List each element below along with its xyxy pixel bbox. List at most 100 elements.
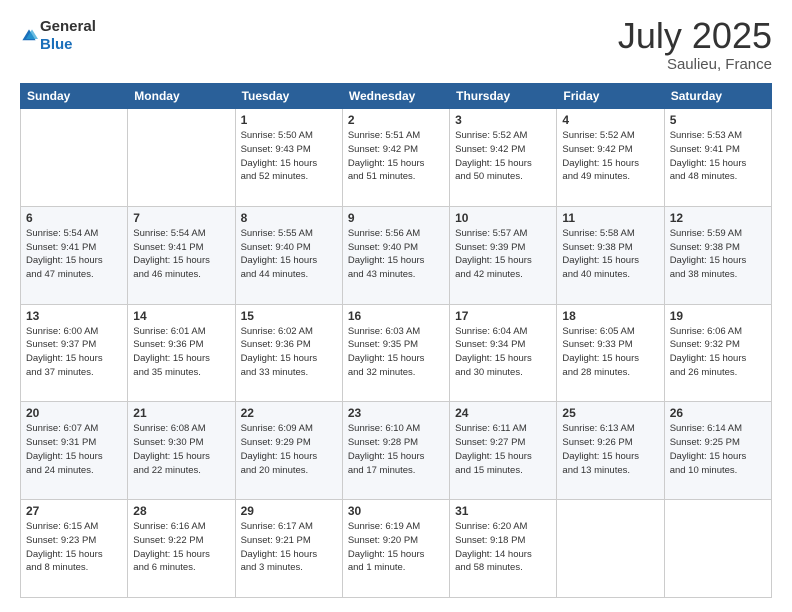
- month-title: July 2025: [618, 18, 772, 54]
- calendar-table: Sunday Monday Tuesday Wednesday Thursday…: [20, 83, 772, 598]
- day-number: 8: [241, 211, 337, 225]
- day-info: Sunrise: 6:06 AM Sunset: 9:32 PM Dayligh…: [670, 325, 766, 380]
- calendar-header-row: Sunday Monday Tuesday Wednesday Thursday…: [21, 84, 772, 109]
- day-number: 16: [348, 309, 444, 323]
- title-block: July 2025 Saulieu, France: [618, 18, 772, 73]
- page: General Blue July 2025 Saulieu, France S…: [0, 0, 792, 612]
- header: General Blue July 2025 Saulieu, France: [20, 18, 772, 73]
- day-number: 7: [133, 211, 229, 225]
- table-row: 7Sunrise: 5:54 AM Sunset: 9:41 PM Daylig…: [128, 206, 235, 304]
- day-info: Sunrise: 5:50 AM Sunset: 9:43 PM Dayligh…: [241, 129, 337, 184]
- table-row: 22Sunrise: 6:09 AM Sunset: 9:29 PM Dayli…: [235, 402, 342, 500]
- day-number: 5: [670, 113, 766, 127]
- day-info: Sunrise: 5:54 AM Sunset: 9:41 PM Dayligh…: [26, 227, 122, 282]
- calendar-week-row: 1Sunrise: 5:50 AM Sunset: 9:43 PM Daylig…: [21, 109, 772, 207]
- day-info: Sunrise: 6:15 AM Sunset: 9:23 PM Dayligh…: [26, 520, 122, 575]
- table-row: [21, 109, 128, 207]
- day-number: 22: [241, 406, 337, 420]
- table-row: 21 Sunrise: 6:08 AM Sunset: 9:30 PM Dayli…: [128, 402, 235, 500]
- day-number: 9: [348, 211, 444, 225]
- calendar-week-row: 13 Sunrise: 6:00 AM Sunset: 9:37 PM Dayli…: [21, 304, 772, 402]
- table-row: 12Sunrise: 5:59 AM Sunset: 9:38 PM Dayli…: [664, 206, 771, 304]
- day-number: 3: [455, 113, 551, 127]
- day-number: 10: [455, 211, 551, 225]
- calendar-week-row: 6 Sunrise: 5:54 AM Sunset: 9:41 PM Daylig…: [21, 206, 772, 304]
- day-number: 27: [26, 504, 122, 518]
- col-thursday: Thursday: [450, 84, 557, 109]
- day-info: Sunrise: 6:08 AM Sunset: 9:30 PM Dayligh…: [133, 422, 229, 477]
- day-number: 2: [348, 113, 444, 127]
- day-info: Sunrise: 6:01 AM Sunset: 9:36 PM Dayligh…: [133, 325, 229, 380]
- day-info: Sunrise: 6:05 AM Sunset: 9:33 PM Dayligh…: [562, 325, 658, 380]
- day-info: Sunrise: 5:56 AM Sunset: 9:40 PM Dayligh…: [348, 227, 444, 282]
- table-row: 3Sunrise: 5:52 AM Sunset: 9:42 PM Daylig…: [450, 109, 557, 207]
- table-row: 6 Sunrise: 5:54 AM Sunset: 9:41 PM Daylig…: [21, 206, 128, 304]
- table-row: 8 Sunrise: 5:55 AM Sunset: 9:40 PM Daylig…: [235, 206, 342, 304]
- day-number: 11: [562, 211, 658, 225]
- table-row: 25 Sunrise: 6:13 AM Sunset: 9:26 PM Dayli…: [557, 402, 664, 500]
- location: Saulieu, France: [618, 56, 772, 73]
- calendar-week-row: 20Sunrise: 6:07 AM Sunset: 9:31 PM Dayli…: [21, 402, 772, 500]
- day-number: 23: [348, 406, 444, 420]
- logo-text-blue: Blue: [40, 36, 73, 53]
- day-info: Sunrise: 6:04 AM Sunset: 9:34 PM Dayligh…: [455, 325, 551, 380]
- col-tuesday: Tuesday: [235, 84, 342, 109]
- table-row: [557, 500, 664, 598]
- day-number: 26: [670, 406, 766, 420]
- day-info: Sunrise: 6:11 AM Sunset: 9:27 PM Dayligh…: [455, 422, 551, 477]
- table-row: 17Sunrise: 6:04 AM Sunset: 9:34 PM Dayli…: [450, 304, 557, 402]
- day-info: Sunrise: 5:53 AM Sunset: 9:41 PM Dayligh…: [670, 129, 766, 184]
- day-info: Sunrise: 6:00 AM Sunset: 9:37 PM Dayligh…: [26, 325, 122, 380]
- day-number: 13: [26, 309, 122, 323]
- col-friday: Friday: [557, 84, 664, 109]
- day-info: Sunrise: 6:20 AM Sunset: 9:18 PM Dayligh…: [455, 520, 551, 575]
- logo: General Blue: [20, 18, 96, 54]
- day-number: 18: [562, 309, 658, 323]
- calendar-week-row: 27 Sunrise: 6:15 AM Sunset: 9:23 PM Dayli…: [21, 500, 772, 598]
- day-info: Sunrise: 6:19 AM Sunset: 9:20 PM Dayligh…: [348, 520, 444, 575]
- day-info: Sunrise: 6:17 AM Sunset: 9:21 PM Dayligh…: [241, 520, 337, 575]
- day-number: 21: [133, 406, 229, 420]
- table-row: 23 Sunrise: 6:10 AM Sunset: 9:28 PM Dayli…: [342, 402, 449, 500]
- day-info: Sunrise: 6:14 AM Sunset: 9:25 PM Dayligh…: [670, 422, 766, 477]
- day-info: Sunrise: 6:03 AM Sunset: 9:35 PM Dayligh…: [348, 325, 444, 380]
- day-number: 15: [241, 309, 337, 323]
- logo-icon: [20, 27, 38, 45]
- day-info: Sunrise: 5:57 AM Sunset: 9:39 PM Dayligh…: [455, 227, 551, 282]
- table-row: 27 Sunrise: 6:15 AM Sunset: 9:23 PM Dayli…: [21, 500, 128, 598]
- table-row: 4Sunrise: 5:52 AM Sunset: 9:42 PM Daylig…: [557, 109, 664, 207]
- day-number: 4: [562, 113, 658, 127]
- table-row: 11 Sunrise: 5:58 AM Sunset: 9:38 PM Dayli…: [557, 206, 664, 304]
- day-info: Sunrise: 6:16 AM Sunset: 9:22 PM Dayligh…: [133, 520, 229, 575]
- table-row: 5 Sunrise: 5:53 AM Sunset: 9:41 PM Daylig…: [664, 109, 771, 207]
- day-number: 24: [455, 406, 551, 420]
- table-row: 20Sunrise: 6:07 AM Sunset: 9:31 PM Dayli…: [21, 402, 128, 500]
- day-number: 6: [26, 211, 122, 225]
- logo-text-general: General: [40, 18, 96, 35]
- table-row: 13 Sunrise: 6:00 AM Sunset: 9:37 PM Dayli…: [21, 304, 128, 402]
- day-info: Sunrise: 6:07 AM Sunset: 9:31 PM Dayligh…: [26, 422, 122, 477]
- table-row: 2 Sunrise: 5:51 AM Sunset: 9:42 PM Daylig…: [342, 109, 449, 207]
- day-number: 25: [562, 406, 658, 420]
- table-row: 30Sunrise: 6:19 AM Sunset: 9:20 PM Dayli…: [342, 500, 449, 598]
- col-monday: Monday: [128, 84, 235, 109]
- table-row: [664, 500, 771, 598]
- day-number: 28: [133, 504, 229, 518]
- table-row: [128, 109, 235, 207]
- table-row: 9 Sunrise: 5:56 AM Sunset: 9:40 PM Daylig…: [342, 206, 449, 304]
- table-row: 28 Sunrise: 6:16 AM Sunset: 9:22 PM Dayli…: [128, 500, 235, 598]
- table-row: 31Sunrise: 6:20 AM Sunset: 9:18 PM Dayli…: [450, 500, 557, 598]
- col-sunday: Sunday: [21, 84, 128, 109]
- day-info: Sunrise: 5:55 AM Sunset: 9:40 PM Dayligh…: [241, 227, 337, 282]
- day-info: Sunrise: 6:10 AM Sunset: 9:28 PM Dayligh…: [348, 422, 444, 477]
- table-row: 1Sunrise: 5:50 AM Sunset: 9:43 PM Daylig…: [235, 109, 342, 207]
- table-row: 19Sunrise: 6:06 AM Sunset: 9:32 PM Dayli…: [664, 304, 771, 402]
- day-info: Sunrise: 6:13 AM Sunset: 9:26 PM Dayligh…: [562, 422, 658, 477]
- day-info: Sunrise: 5:58 AM Sunset: 9:38 PM Dayligh…: [562, 227, 658, 282]
- col-wednesday: Wednesday: [342, 84, 449, 109]
- day-info: Sunrise: 5:51 AM Sunset: 9:42 PM Dayligh…: [348, 129, 444, 184]
- table-row: 26 Sunrise: 6:14 AM Sunset: 9:25 PM Dayli…: [664, 402, 771, 500]
- table-row: 10 Sunrise: 5:57 AM Sunset: 9:39 PM Dayli…: [450, 206, 557, 304]
- table-row: 14Sunrise: 6:01 AM Sunset: 9:36 PM Dayli…: [128, 304, 235, 402]
- day-info: Sunrise: 6:02 AM Sunset: 9:36 PM Dayligh…: [241, 325, 337, 380]
